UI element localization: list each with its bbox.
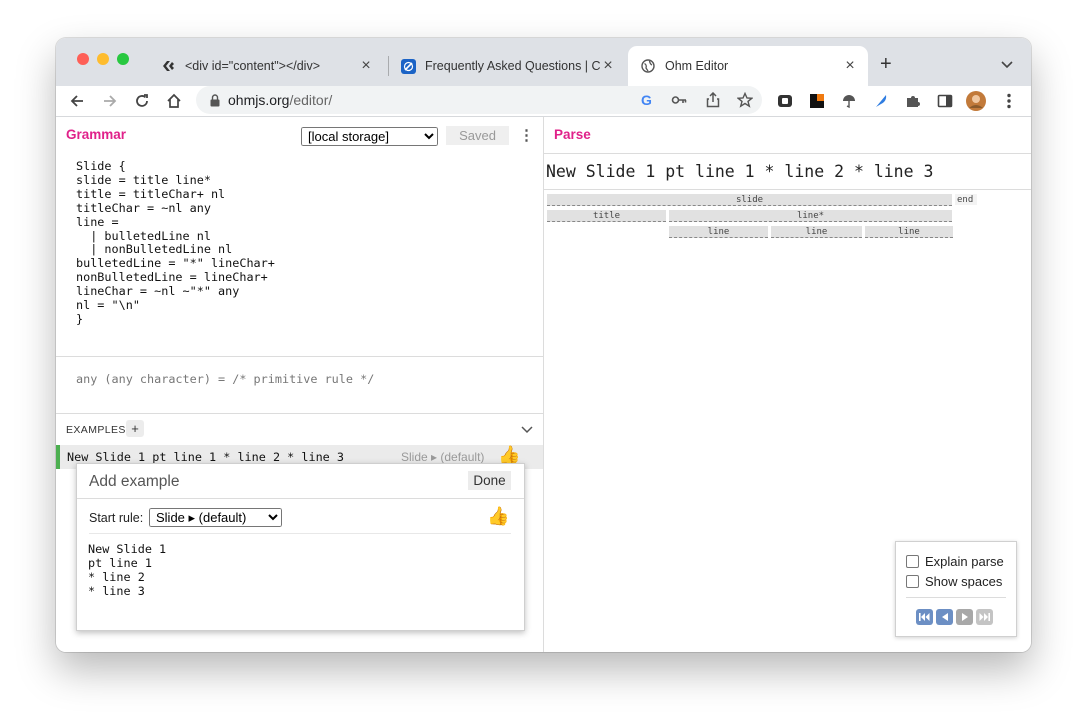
back-icon[interactable] — [66, 90, 88, 112]
parse-node-slide[interactable]: slide — [547, 194, 952, 206]
home-icon[interactable] — [163, 90, 185, 112]
divider — [77, 498, 524, 499]
example-start-rule[interactable]: Slide ▸ (default) — [401, 450, 484, 464]
grammar-pane: Grammar [local storage] Saved ⋮ Slide { … — [56, 117, 544, 652]
browser-toolbar: ohmjs.org/editor/ G — [56, 86, 1031, 116]
start-rule-label: Start rule: — [89, 511, 144, 525]
codepen-favicon-icon — [160, 58, 176, 74]
explain-parse-option[interactable]: Explain parse — [906, 554, 1004, 569]
globe-icon — [640, 58, 656, 74]
minimize-window-button[interactable] — [97, 53, 109, 65]
parse-title: Parse — [554, 127, 591, 142]
tab-search-chevron-icon[interactable] — [1001, 56, 1013, 74]
side-panel-icon[interactable] — [934, 90, 956, 112]
extension-umbrella-icon[interactable] — [838, 90, 860, 112]
close-tab-icon[interactable]: × — [358, 57, 374, 75]
lock-icon[interactable] — [210, 93, 220, 107]
tab-title: <div id="content"></div> — [185, 59, 321, 73]
tab-content-div[interactable]: <div id="content"></div> × — [148, 46, 384, 86]
show-spaces-label: Show spaces — [925, 574, 1003, 589]
chevron-down-icon[interactable] — [521, 421, 533, 439]
extension-color-icon[interactable] — [806, 90, 828, 112]
start-rule-select[interactable]: Slide ▸ (default) — [149, 508, 282, 527]
close-window-button[interactable] — [77, 53, 89, 65]
tab-ohm-editor[interactable]: Ohm Editor × — [628, 46, 868, 86]
parse-node-line[interactable]: line — [865, 226, 953, 238]
ohm-editor: Grammar [local storage] Saved ⋮ Slide { … — [56, 117, 1031, 652]
grammar-title: Grammar — [66, 127, 127, 142]
address-bar[interactable]: ohmjs.org/editor/ G — [196, 86, 762, 114]
add-example-title: Add example — [89, 473, 180, 490]
divider — [544, 153, 1031, 154]
parse-options-panel: Explain parse Show spaces — [895, 541, 1017, 637]
url-path: /editor/ — [289, 92, 333, 108]
parse-node-title[interactable]: title — [547, 210, 666, 222]
saved-button[interactable]: Saved — [446, 126, 509, 145]
divider — [544, 189, 1031, 190]
show-spaces-option[interactable]: Show spaces — [906, 574, 1002, 589]
reload-icon[interactable] — [131, 90, 153, 112]
parse-node-end[interactable]: end — [955, 194, 977, 205]
explain-parse-label: Explain parse — [925, 554, 1004, 569]
new-tab-button[interactable]: + — [880, 53, 892, 76]
browser-window: <div id="content"></div> × Frequently As… — [56, 38, 1031, 652]
site-favicon-icon — [400, 58, 416, 74]
forward-icon[interactable] — [99, 90, 121, 112]
key-icon[interactable] — [671, 93, 687, 110]
parse-input-text: New Slide 1 pt line 1 * line 2 * line 3 — [546, 162, 934, 181]
add-example-button[interactable]: + — [126, 420, 144, 437]
url-host: ohmjs.org — [228, 92, 290, 108]
google-icon[interactable]: G — [641, 92, 652, 108]
example-text: New Slide 1 pt line 1 * line 2 * line 3 — [67, 450, 344, 464]
show-spaces-checkbox[interactable] — [906, 575, 919, 588]
explain-parse-checkbox[interactable] — [906, 555, 919, 568]
tab-title: Ohm Editor — [665, 59, 729, 73]
thumbs-up-icon[interactable]: 👍 — [487, 506, 509, 527]
close-tab-icon[interactable]: × — [600, 57, 616, 75]
done-button[interactable]: Done — [468, 471, 511, 490]
grammar-menu-icon[interactable]: ⋮ — [519, 126, 534, 144]
tab-faq[interactable]: Frequently Asked Questions | C × — [388, 46, 626, 86]
storage-select[interactable]: [local storage] — [301, 127, 438, 146]
rule-info: any (any character) = /* primitive rule … — [76, 372, 375, 386]
parse-pane: Parse New Slide 1 pt line 1 * line 2 * l… — [544, 117, 1031, 652]
share-icon[interactable] — [706, 91, 720, 111]
add-example-panel: Add example Done Start rule: Slide ▸ (de… — [76, 463, 525, 631]
grammar-editor[interactable]: Slide { slide = title line* title = titl… — [76, 159, 275, 327]
step-to-start-icon[interactable] — [916, 609, 933, 625]
parse-node-line[interactable]: line — [771, 226, 862, 238]
close-tab-icon[interactable]: × — [842, 57, 858, 75]
extension-feather-icon[interactable] — [870, 90, 892, 112]
tab-title: Frequently Asked Questions | C — [425, 59, 600, 73]
extension-screen-icon[interactable] — [774, 90, 796, 112]
bookmark-star-icon[interactable] — [736, 91, 754, 111]
browser-menu-icon[interactable] — [998, 90, 1020, 112]
parse-node-line[interactable]: line — [669, 226, 768, 238]
divider — [89, 533, 511, 534]
extensions-puzzle-icon[interactable] — [902, 90, 924, 112]
divider — [906, 597, 1006, 598]
profile-avatar[interactable] — [965, 90, 987, 112]
step-forward-icon[interactable] — [956, 609, 973, 625]
step-to-end-icon[interactable] — [976, 609, 993, 625]
zoom-window-button[interactable] — [117, 53, 129, 65]
tab-strip: <div id="content"></div> × Frequently As… — [56, 38, 1031, 86]
parse-node-line-star[interactable]: line* — [669, 210, 952, 222]
examples-header: EXAMPLES + — [56, 414, 543, 444]
step-back-icon[interactable] — [936, 609, 953, 625]
example-input[interactable]: New Slide 1 pt line 1 * line 2 * line 3 — [88, 542, 166, 598]
examples-label: EXAMPLES — [66, 424, 126, 436]
divider — [56, 356, 543, 357]
